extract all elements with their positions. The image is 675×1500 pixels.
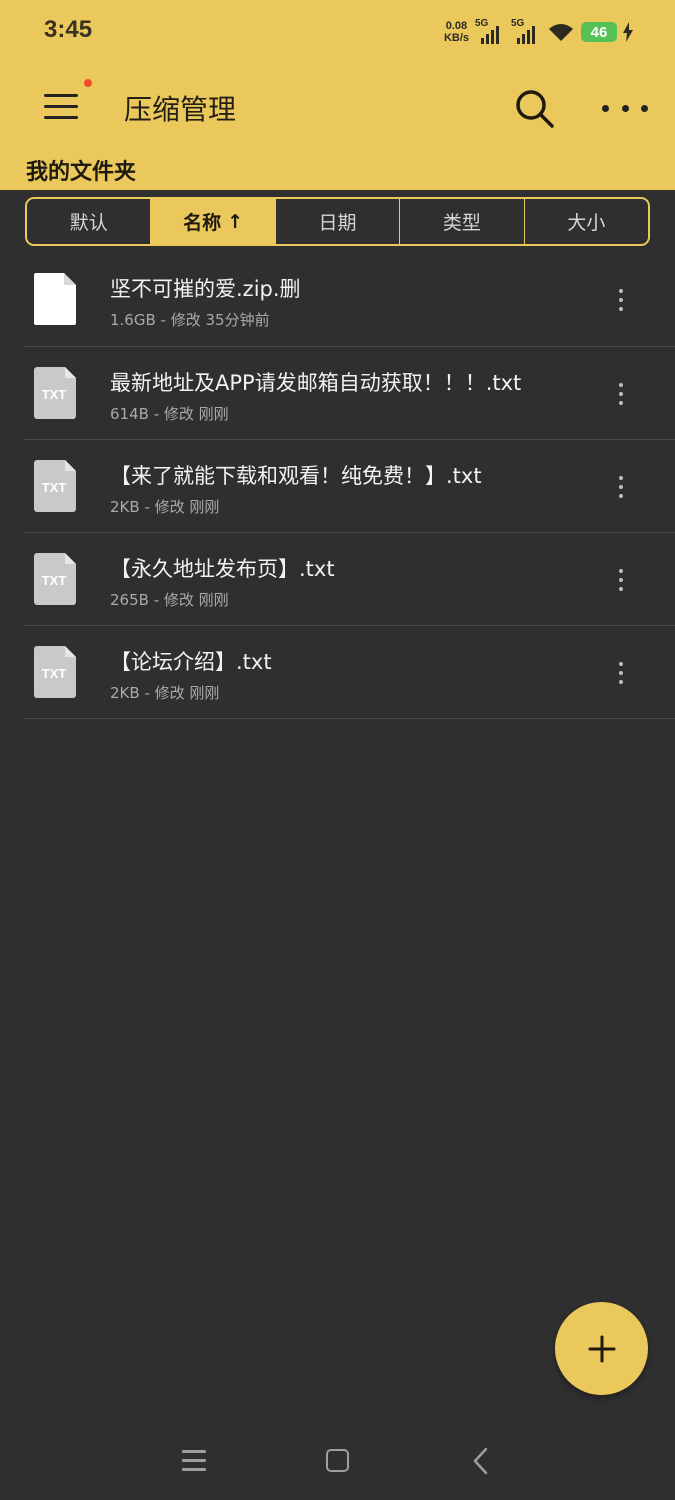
file-meta: 1.6GB - 修改 35分钟前 bbox=[110, 311, 270, 329]
file-meta: 614B - 修改 刚刚 bbox=[110, 405, 229, 423]
blank-file-icon bbox=[34, 273, 76, 325]
more-vert-icon[interactable] bbox=[616, 662, 626, 684]
txt-icon-label: TXT bbox=[42, 573, 67, 588]
list-item[interactable]: TXT 最新地址及APP请发邮箱自动获取！！！.txt 614B - 修改 刚刚 bbox=[24, 347, 675, 440]
sort-tab-default[interactable]: 默认 bbox=[27, 199, 150, 244]
status-time: 3:45 bbox=[44, 16, 93, 43]
txt-file-icon: TXT bbox=[34, 553, 76, 605]
file-name: 【论坛介绍】.txt bbox=[110, 650, 272, 674]
page-title: 压缩管理 bbox=[124, 93, 237, 126]
file-list: 坚不可摧的爱.zip.删 1.6GB - 修改 35分钟前 TXT 最新地址及A… bbox=[24, 253, 675, 719]
file-name: 【来了就能下载和观看！纯免费！】.txt bbox=[110, 464, 482, 488]
home-button[interactable] bbox=[326, 1449, 349, 1472]
file-meta: 2KB - 修改 刚刚 bbox=[110, 498, 220, 516]
list-item[interactable]: TXT 【论坛介绍】.txt 2KB - 修改 刚刚 bbox=[24, 626, 675, 719]
list-item[interactable]: 坚不可摧的爱.zip.删 1.6GB - 修改 35分钟前 bbox=[24, 253, 675, 347]
wifi-icon bbox=[549, 24, 573, 41]
menu-button[interactable] bbox=[44, 92, 80, 122]
txt-file-icon: TXT bbox=[34, 367, 76, 419]
battery-indicator: 46 bbox=[581, 22, 617, 42]
sort-tab-name[interactable]: 名称 ↑ bbox=[150, 199, 275, 244]
more-options-button[interactable] bbox=[602, 96, 648, 120]
search-icon bbox=[516, 90, 554, 128]
system-nav-bar bbox=[0, 1430, 675, 1490]
sort-tabs: 默认 名称 ↑ 日期 类型 大小 bbox=[25, 197, 650, 246]
sort-tab-date[interactable]: 日期 bbox=[274, 199, 399, 244]
list-item[interactable]: TXT 【永久地址发布页】.txt 265B - 修改 刚刚 bbox=[24, 533, 675, 626]
file-meta: 265B - 修改 刚刚 bbox=[110, 591, 229, 609]
more-vert-icon[interactable] bbox=[616, 289, 626, 311]
app-header: 3:45 0.08 KB/s 5G 5G 46 压缩管理 我的文件夹 bbox=[0, 0, 675, 190]
back-button[interactable] bbox=[470, 1446, 494, 1476]
list-item[interactable]: TXT 【来了就能下载和观看！纯免费！】.txt 2KB - 修改 刚刚 bbox=[24, 440, 675, 533]
more-vert-icon[interactable] bbox=[616, 383, 626, 405]
charging-icon bbox=[623, 22, 633, 42]
net-speed-unit: KB/s bbox=[443, 32, 469, 44]
txt-icon-label: TXT bbox=[42, 387, 67, 402]
sort-arrow-icon: ↑ bbox=[227, 210, 244, 233]
file-name: 【永久地址发布页】.txt bbox=[110, 557, 335, 581]
search-button[interactable] bbox=[514, 88, 556, 130]
signal-icon: 5G bbox=[511, 18, 541, 44]
network-speed: 0.08 KB/s bbox=[444, 20, 469, 44]
file-meta: 2KB - 修改 刚刚 bbox=[110, 684, 220, 702]
plus-icon bbox=[588, 1335, 615, 1362]
net-speed-value: 0.08 bbox=[445, 20, 468, 32]
more-icon bbox=[602, 104, 609, 112]
more-vert-icon[interactable] bbox=[616, 569, 626, 591]
more-vert-icon[interactable] bbox=[616, 476, 626, 498]
folder-label: 我的文件夹 bbox=[26, 160, 137, 185]
txt-icon-label: TXT bbox=[42, 480, 67, 495]
recents-button[interactable] bbox=[182, 1450, 206, 1472]
txt-icon-label: TXT bbox=[42, 666, 67, 681]
sort-tab-size[interactable]: 大小 bbox=[523, 199, 648, 244]
notification-dot bbox=[84, 79, 92, 87]
file-name: 最新地址及APP请发邮箱自动获取！！！.txt bbox=[110, 371, 522, 395]
status-icons: 0.08 KB/s 5G 5G 46 bbox=[444, 16, 633, 48]
file-name: 坚不可摧的爱.zip.删 bbox=[110, 277, 301, 301]
txt-file-icon: TXT bbox=[34, 460, 76, 512]
add-button[interactable] bbox=[555, 1302, 648, 1395]
txt-file-icon: TXT bbox=[34, 646, 76, 698]
signal-icon: 5G bbox=[475, 18, 505, 44]
sort-tab-type[interactable]: 类型 bbox=[399, 199, 523, 244]
